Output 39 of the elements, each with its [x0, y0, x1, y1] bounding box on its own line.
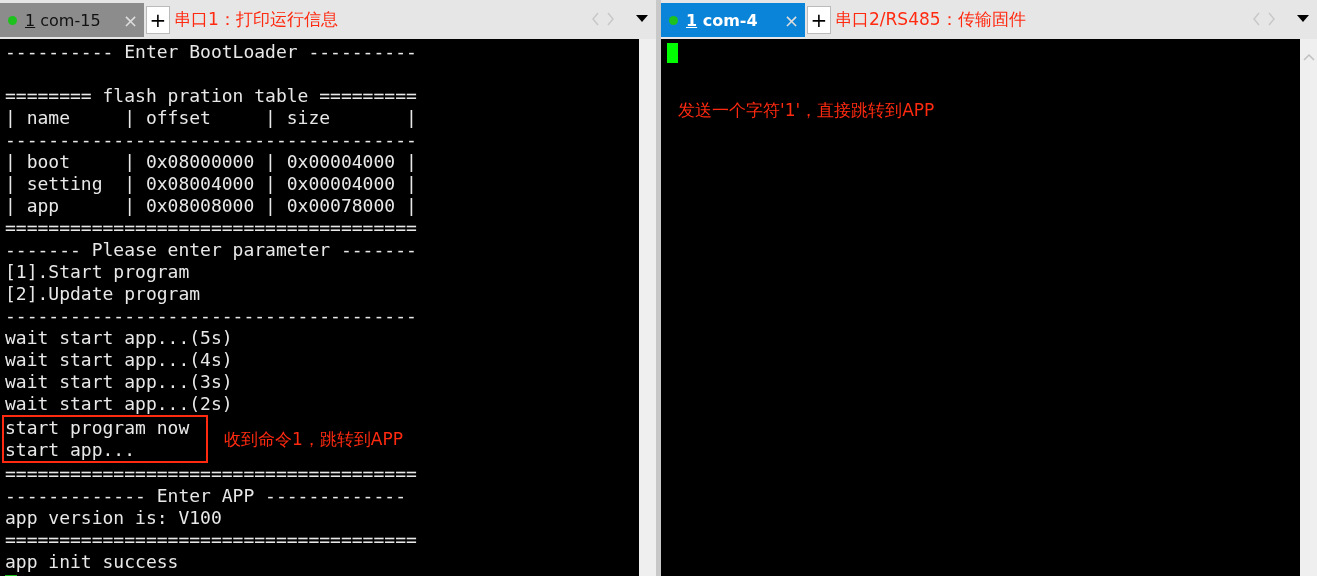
terminal-line: start program now: [5, 417, 191, 439]
terminal-line: wait start app...(2s): [5, 393, 234, 415]
terminal-line: [2].Update program: [5, 283, 202, 305]
annotation-text: 收到命令1，跳转到APP: [224, 428, 403, 450]
terminal-line: app init success: [5, 551, 180, 573]
annotation-text: 发送一个字符'1'，直接跳转到APP: [678, 99, 936, 121]
terminal-line: start app...: [5, 439, 137, 461]
terminal-line: ======== flash pration table =========: [5, 85, 418, 107]
terminal-line: ---------- Enter BootLoader ----------: [5, 41, 418, 63]
annotation-text: 串口2/RS485：传输固件: [835, 8, 1026, 31]
new-tab-button[interactable]: +: [146, 6, 170, 34]
scroll-up-icon[interactable]: [1302, 53, 1315, 61]
terminal-line: ======================================: [5, 529, 418, 551]
dropdown-icon[interactable]: [636, 15, 648, 22]
terminal-line: | name | offset | size |: [5, 107, 418, 129]
tab-label: 1 com-4: [686, 10, 758, 30]
terminal-line: | setting | 0x08004000 | 0x00004000 |: [5, 173, 418, 195]
terminal-line: ------- Please enter parameter -------: [5, 239, 418, 261]
terminal-line: ------------- Enter APP -------------: [5, 485, 407, 507]
terminal-line: wait start app...(4s): [5, 349, 234, 371]
new-tab-button[interactable]: +: [807, 6, 831, 34]
scrollbar[interactable]: [1300, 39, 1317, 576]
terminal-line: wait start app...(5s): [5, 327, 234, 349]
terminal-line: | app | 0x08008000 | 0x00078000 |: [5, 195, 418, 217]
terminal-tab[interactable]: 1 com-15 ×: [0, 3, 144, 37]
tab-label: 1 com-15: [25, 10, 101, 30]
terminal-tab[interactable]: 1 com-4 ×: [661, 3, 805, 37]
terminal-line: | boot | 0x08000000 | 0x00004000 |: [5, 151, 418, 173]
close-button[interactable]: ×: [783, 9, 799, 31]
terminal-line: --------------------------------------: [5, 305, 418, 327]
terminal-line: wait start app...(3s): [5, 371, 234, 393]
dropdown-icon[interactable]: [1297, 15, 1309, 22]
terminal-line: ======================================: [5, 463, 418, 485]
terminal-line: ======================================: [5, 217, 418, 239]
annotation-text: 串口1：打印运行信息: [174, 8, 338, 31]
terminal-line: --------------------------------------: [5, 129, 418, 151]
scrollbar[interactable]: [639, 39, 656, 576]
terminal-line: [1].Start program: [5, 261, 191, 283]
terminal-line: app version is: V100: [5, 507, 223, 529]
